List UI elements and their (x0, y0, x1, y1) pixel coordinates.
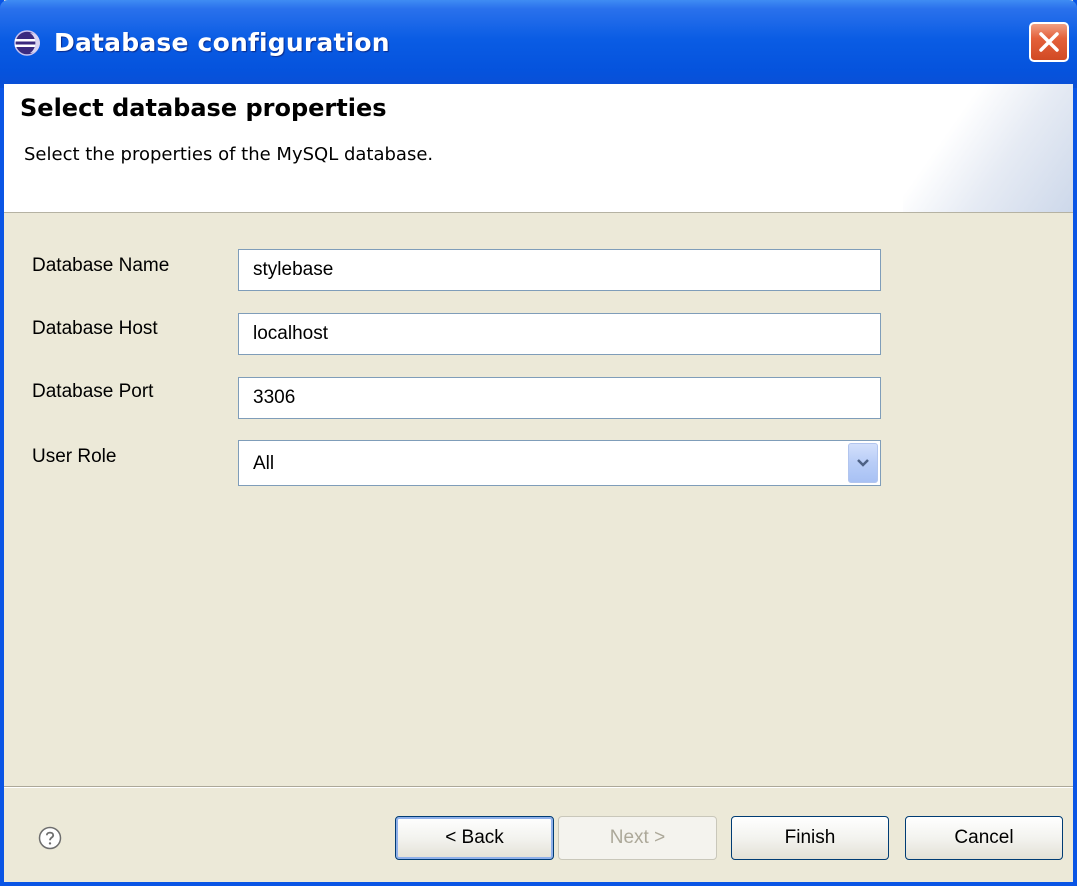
database-name-label: Database Name (32, 255, 170, 276)
eclipse-icon (14, 30, 40, 56)
user-role-select[interactable]: All (238, 440, 881, 486)
database-name-input[interactable] (238, 249, 881, 291)
user-role-label: User Role (32, 446, 117, 467)
database-host-input[interactable] (238, 313, 881, 355)
window-title: Database configuration (54, 28, 390, 57)
database-host-label: Database Host (32, 318, 158, 339)
close-button[interactable] (1029, 22, 1069, 62)
wizard-header: Select database properties Select the pr… (4, 84, 1073, 213)
help-icon[interactable] (38, 826, 62, 850)
user-role-value: All (253, 453, 275, 474)
database-port-label: Database Port (32, 381, 154, 402)
database-port-input[interactable] (238, 377, 881, 419)
dialog-window: Database configuration Select database p… (0, 0, 1077, 886)
user-role-dropdown-button[interactable] (848, 443, 878, 483)
title-bar[interactable]: Database configuration (0, 0, 1077, 88)
next-button[interactable]: Next > (558, 816, 717, 860)
button-bar-separator (4, 786, 1073, 788)
finish-button[interactable]: Finish (731, 816, 889, 860)
back-button[interactable]: < Back (395, 816, 554, 860)
chevron-down-icon (857, 459, 869, 467)
cancel-button[interactable]: Cancel (905, 816, 1063, 860)
page-title: Select database properties (20, 94, 387, 122)
page-description: Select the properties of the MySQL datab… (24, 144, 434, 165)
close-icon (1039, 32, 1059, 52)
